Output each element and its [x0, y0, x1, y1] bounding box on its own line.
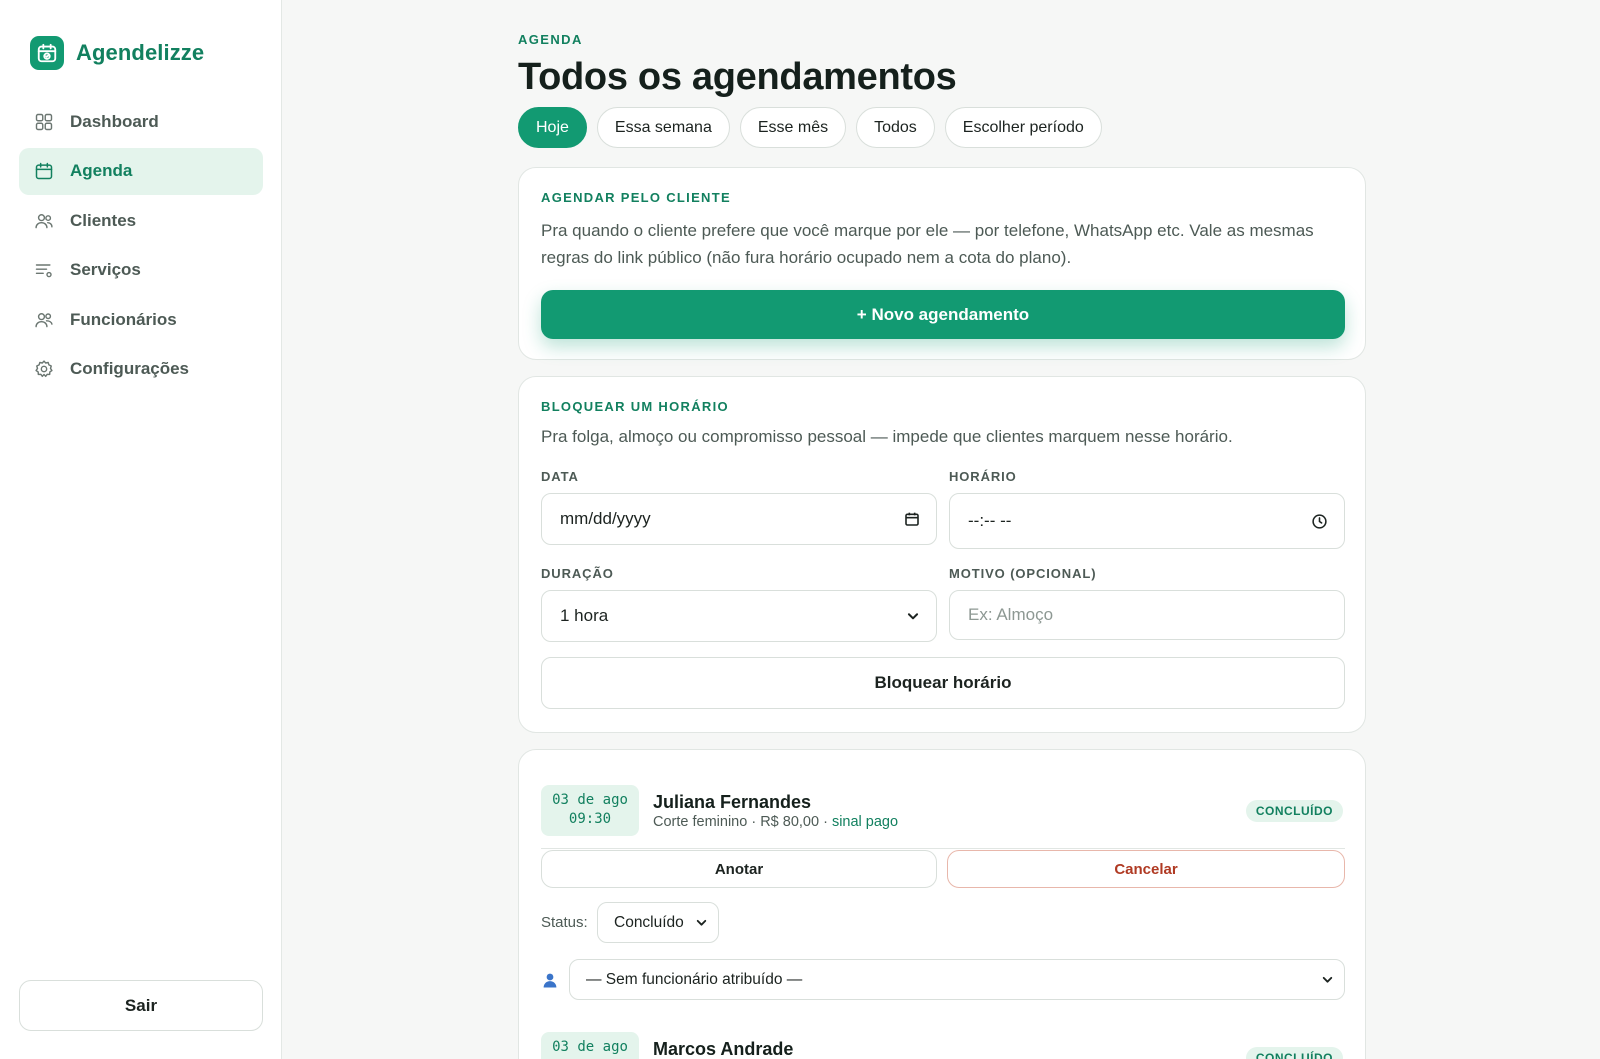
list-settings-icon — [35, 264, 52, 278]
sidebar-item-dashboard[interactable]: Dashboard — [19, 98, 263, 145]
sidebar-item-agenda[interactable]: Agenda — [19, 147, 263, 195]
note-button[interactable]: Anotar — [541, 850, 937, 888]
appointment-client-name: Marcos Andrade — [653, 1039, 794, 1059]
sidebar-nav: Dashboard Agenda Clientes Serviços Funci… — [19, 98, 263, 395]
chevron-down-icon — [696, 919, 707, 926]
clock-icon[interactable] — [1311, 513, 1328, 530]
meta-separator: · — [823, 814, 832, 830]
time-label: HORÁRIO — [949, 469, 1017, 484]
time-placeholder: --:-- -- — [968, 511, 1012, 530]
deposit-status: sinal pago — [831, 814, 899, 830]
cancel-appointment-button[interactable]: Cancelar — [947, 850, 1345, 888]
brand[interactable]: Agendelizze — [30, 36, 204, 70]
chevron-down-icon — [907, 613, 919, 620]
calendar-icon — [35, 162, 53, 180]
sidebar-item-servicos[interactable]: Serviços — [19, 247, 263, 294]
sidebar-item-label: Funcionários — [70, 309, 177, 329]
appointment-price: R$ 80,00 — [760, 814, 820, 830]
card-description: Pra folga, almoço ou compromisso pessoal… — [541, 427, 1233, 446]
block-time-button[interactable]: Bloquear horário — [541, 657, 1345, 709]
reason-input[interactable]: Ex: Almoço — [949, 590, 1345, 640]
sidebar-item-label: Clientes — [70, 210, 137, 230]
sidebar: Agendelizze Dashboard Agenda Clientes Se… — [0, 0, 282, 1059]
filter-today[interactable]: Hoje — [518, 107, 587, 148]
staff-select[interactable]: — Sem funcionário atribuído — — [569, 959, 1345, 1000]
page-eyebrow: AGENDA — [518, 32, 583, 47]
status-value: Concluído — [614, 913, 684, 931]
new-appointment-button[interactable]: + Novo agendamento — [541, 290, 1345, 339]
user-icon — [543, 973, 557, 988]
filter-this-week[interactable]: Essa semana — [596, 107, 730, 148]
brand-name: Agendelizze — [76, 40, 205, 65]
appointment-date: 03 de ago — [552, 1039, 628, 1055]
date-placeholder: mm/dd/yyyy — [560, 509, 651, 528]
sidebar-item-label: Agenda — [70, 161, 133, 180]
sidebar-item-configuracoes[interactable]: Configurações — [19, 346, 263, 393]
sidebar-item-clientes[interactable]: Clientes — [19, 197, 263, 244]
calendar-icon[interactable] — [904, 511, 920, 527]
appointment-meta: Corte feminino · R$ 80,00 · sinal pago — [653, 814, 898, 830]
status-select[interactable]: Concluído — [597, 902, 719, 943]
appointment-datetime: 03 de ago — [541, 1032, 639, 1059]
block-time-card: BLOQUEAR UM HORÁRIO Pra folga, almoço ou… — [518, 376, 1366, 733]
meta-separator: · — [751, 814, 761, 830]
logout-button[interactable]: Sair — [19, 980, 263, 1031]
date-label: DATA — [541, 469, 579, 484]
appointment-date: 03 de ago — [552, 792, 628, 808]
period-filters: Hoje Essa semana Esse mês Todos Escolher… — [518, 107, 1102, 148]
page-title: Todos os agendamentos — [518, 56, 957, 98]
duration-value: 1 hora — [560, 606, 609, 625]
appointment-time: 09:30 — [568, 811, 612, 827]
time-input[interactable]: --:-- -- — [949, 493, 1345, 549]
duration-select[interactable]: 1 hora — [541, 590, 937, 642]
sidebar-item-label: Dashboard — [70, 111, 159, 131]
gear-icon — [35, 360, 53, 378]
divider — [541, 848, 1345, 849]
filter-this-month[interactable]: Esse mês — [739, 107, 847, 148]
team-icon — [35, 312, 53, 327]
appointments-list: 03 de ago 09:30 Juliana Fernandes Corte … — [518, 749, 1366, 1059]
appointment-service: Corte feminino — [653, 814, 748, 830]
sidebar-item-funcionarios[interactable]: Funcionários — [19, 296, 263, 343]
sidebar-item-label: Serviços — [70, 260, 141, 279]
date-input[interactable]: mm/dd/yyyy — [541, 493, 937, 545]
filter-choose-period[interactable]: Escolher período — [944, 107, 1102, 148]
appointment-datetime: 03 de ago 09:30 — [541, 785, 639, 836]
calendar-check-icon — [30, 36, 64, 70]
filter-all[interactable]: Todos — [856, 107, 935, 148]
sidebar-item-label: Configurações — [70, 359, 190, 378]
reason-label: MOTIVO (OPCIONAL) — [949, 566, 1097, 581]
users-icon — [35, 213, 53, 228]
staff-value: — Sem funcionário atribuído — — [586, 970, 803, 988]
grid-icon — [35, 113, 53, 130]
status-badge: CONCLUÍDO — [1245, 1047, 1343, 1059]
duration-label: DURAÇÃO — [541, 566, 614, 581]
reason-placeholder: Ex: Almoço — [968, 605, 1054, 624]
card-description: Pra quando o cliente prefere que você ma… — [541, 221, 1314, 267]
card-label: BLOQUEAR UM HORÁRIO — [541, 399, 729, 414]
status-label: Status: — [541, 914, 588, 931]
book-for-client-card: AGENDAR PELO CLIENTE Pra quando o client… — [518, 167, 1366, 360]
card-label: AGENDAR PELO CLIENTE — [541, 190, 731, 205]
status-badge: CONCLUÍDO — [1245, 800, 1343, 822]
appointment-client-name: Juliana Fernandes — [653, 792, 812, 812]
chevron-down-icon — [1322, 976, 1333, 983]
